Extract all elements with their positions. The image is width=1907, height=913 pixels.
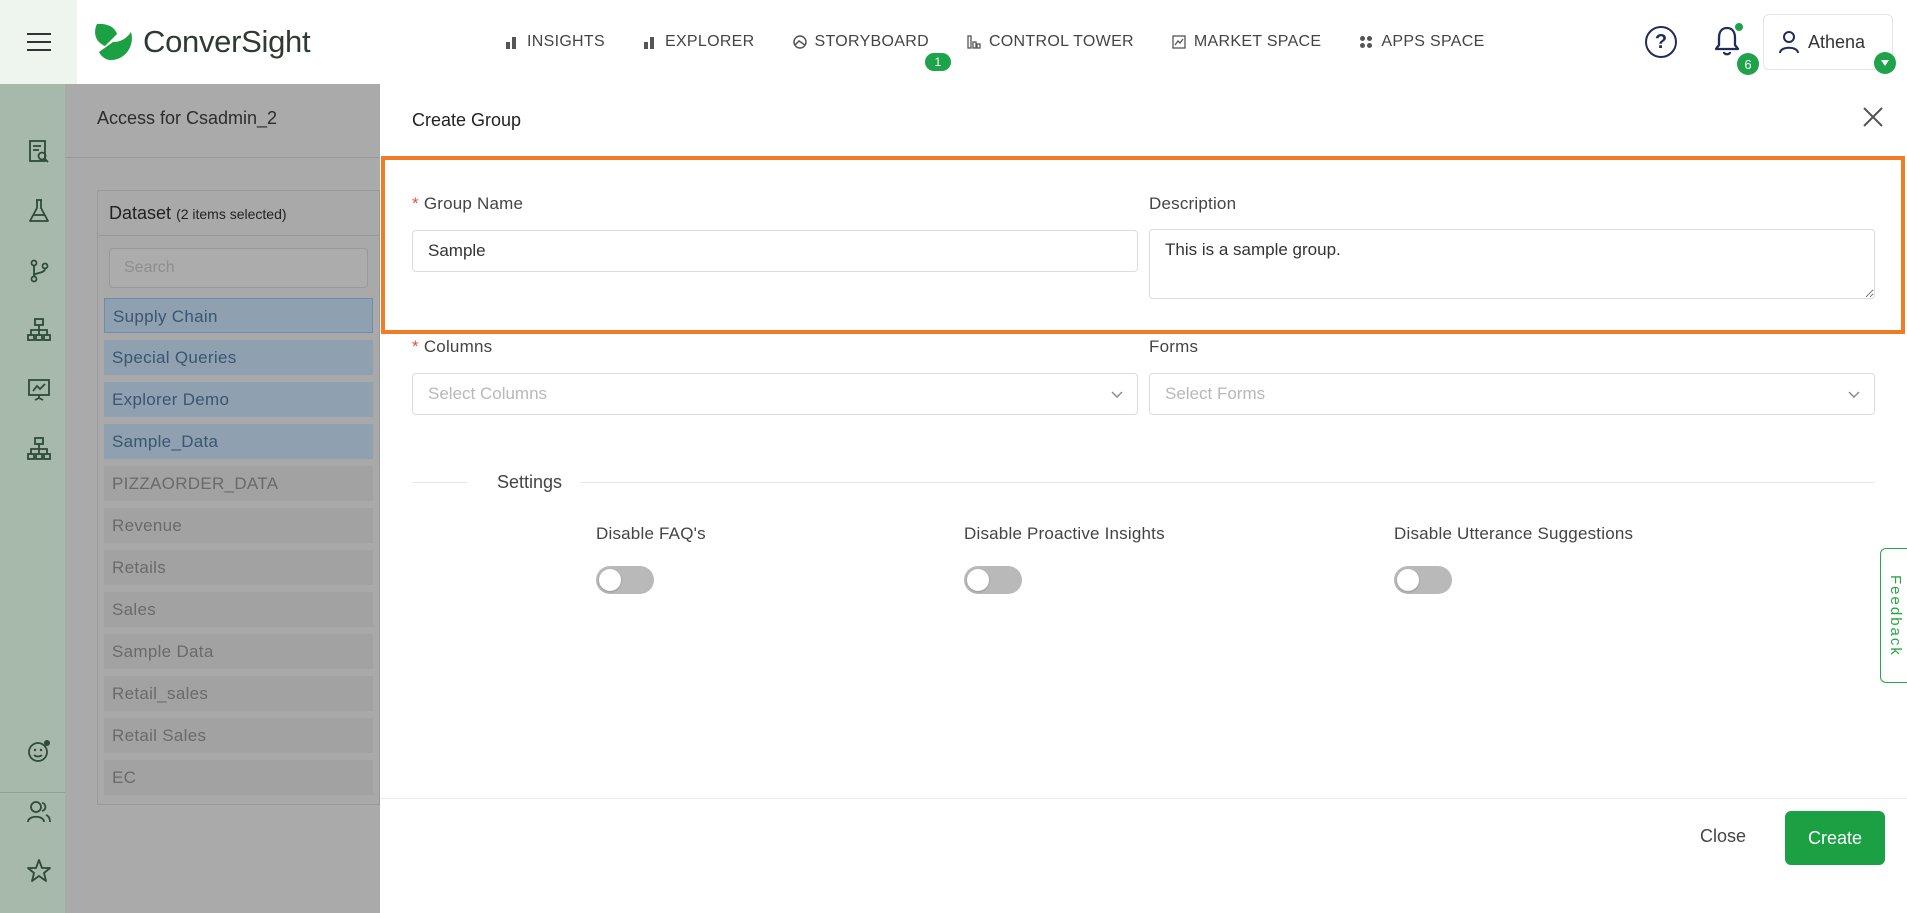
nav-apps-space[interactable]: APPS SPACE bbox=[1359, 33, 1484, 51]
disable-faqs-label: Disable FAQ's bbox=[596, 524, 706, 543]
forms-placeholder: Select Forms bbox=[1165, 384, 1266, 403]
settings-divider-left bbox=[412, 482, 467, 483]
dataset-list: Supply Chain Special Queries Explorer De… bbox=[98, 298, 379, 795]
dataset-item-special-queries[interactable]: Special Queries bbox=[104, 340, 373, 375]
org-chart-icon[interactable] bbox=[26, 436, 52, 462]
chevron-down-icon bbox=[1111, 391, 1123, 398]
group-name-label-text: Group Name bbox=[423, 194, 524, 213]
bar-chart-icon bbox=[505, 35, 519, 49]
logo-text: ConverSight bbox=[143, 24, 311, 59]
description-textarea[interactable]: This is a sample group. bbox=[1149, 229, 1875, 299]
presentation-chart-icon[interactable] bbox=[26, 377, 52, 403]
disable-proactive-insights-toggle[interactable] bbox=[964, 566, 1022, 594]
disable-utterance-suggestions-toggle[interactable] bbox=[1394, 566, 1452, 594]
nav-control-tower[interactable]: CONTROL TOWER bbox=[967, 33, 1134, 51]
create-group-dialog: Create Group *Group Name Description Thi… bbox=[380, 84, 1907, 913]
dataset-selected-note: (2 items selected) bbox=[176, 206, 287, 222]
forms-label: Forms bbox=[1149, 337, 1199, 356]
settings-title: Settings bbox=[497, 472, 563, 492]
report-search-icon[interactable] bbox=[26, 139, 52, 165]
dataset-item-retail-sales-underscore[interactable]: Retail_sales bbox=[104, 676, 373, 711]
description-label: Description bbox=[1149, 194, 1237, 213]
branch-icon[interactable] bbox=[26, 258, 52, 284]
user-name: Athena bbox=[1808, 31, 1866, 52]
group-name-input[interactable] bbox=[412, 230, 1138, 272]
disable-utterance-suggestions-label: Disable Utterance Suggestions bbox=[1394, 524, 1634, 543]
help-icon: ? bbox=[1654, 30, 1668, 53]
chevron-down-icon bbox=[1848, 391, 1860, 398]
disable-faqs-toggle[interactable] bbox=[596, 566, 654, 594]
settings-divider-right bbox=[580, 482, 1874, 483]
dataset-item-retails[interactable]: Retails bbox=[104, 550, 373, 585]
menu-toggle-button[interactable] bbox=[0, 0, 77, 84]
required-marker: * bbox=[412, 337, 419, 356]
dataset-item-pizzaorder-data[interactable]: PIZZAORDER_DATA bbox=[104, 466, 373, 501]
market-icon bbox=[1172, 35, 1186, 49]
dataset-item-retail-sales[interactable]: Retail Sales bbox=[104, 718, 373, 753]
star-icon[interactable] bbox=[26, 858, 52, 884]
close-icon[interactable] bbox=[1860, 104, 1886, 130]
apps-grid-icon bbox=[1359, 35, 1373, 49]
rail-divider bbox=[0, 792, 65, 793]
notification-dot bbox=[1735, 23, 1743, 31]
nav-market-space-label: MARKET SPACE bbox=[1193, 33, 1322, 50]
hamburger-icon bbox=[26, 33, 51, 51]
bar-chart-icon bbox=[643, 35, 657, 49]
main-nav: INSIGHTS EXPLORER STORYBOARD 1 CONTROL T… bbox=[505, 0, 1485, 84]
footer-divider bbox=[380, 798, 1907, 799]
dataset-item-ec[interactable]: EC bbox=[104, 760, 373, 795]
chevron-down-icon[interactable] bbox=[1874, 52, 1896, 74]
columns-label-text: Columns bbox=[423, 337, 493, 356]
dataset-item-sales[interactable]: Sales bbox=[104, 592, 373, 627]
divider bbox=[65, 157, 380, 158]
users-icon[interactable] bbox=[26, 798, 52, 824]
dataset-item-sample-data[interactable]: Sample Data bbox=[104, 634, 373, 669]
left-icon-rail bbox=[0, 84, 65, 913]
close-button[interactable]: Close bbox=[1700, 826, 1746, 847]
nav-insights[interactable]: INSIGHTS bbox=[505, 33, 605, 51]
notification-count-badge: 6 bbox=[1737, 53, 1759, 75]
dataset-item-revenue[interactable]: Revenue bbox=[104, 508, 373, 543]
dialog-title: Create Group bbox=[412, 110, 522, 130]
hierarchy-icon[interactable] bbox=[26, 317, 52, 343]
dataset-panel: Dataset (2 items selected) Search Supply… bbox=[97, 190, 380, 805]
dataset-header: Dataset (2 items selected) bbox=[98, 191, 379, 236]
dataset-item-explorer-demo[interactable]: Explorer Demo bbox=[104, 382, 373, 417]
nav-apps-space-label: APPS SPACE bbox=[1381, 33, 1485, 50]
forms-select[interactable]: Select Forms bbox=[1149, 373, 1875, 415]
storyboard-icon bbox=[792, 35, 807, 49]
disable-proactive-insights-label: Disable Proactive Insights bbox=[964, 524, 1165, 543]
columns-label: * Columns bbox=[412, 337, 492, 357]
flask-icon[interactable] bbox=[26, 198, 52, 224]
nav-storyboard[interactable]: STORYBOARD 1 bbox=[792, 33, 951, 71]
nav-storyboard-label: STORYBOARD bbox=[814, 33, 929, 50]
nav-insights-label: INSIGHTS bbox=[527, 33, 605, 50]
assistant-face-icon[interactable] bbox=[26, 738, 52, 764]
nav-explorer[interactable]: EXPLORER bbox=[643, 33, 755, 51]
tower-icon bbox=[967, 35, 981, 49]
top-header: ConverSight INSIGHTS EXPLORER STORYBOARD… bbox=[0, 0, 1907, 84]
feedback-label: Feedback bbox=[1887, 574, 1904, 657]
nav-control-tower-label: CONTROL TOWER bbox=[988, 33, 1134, 50]
nav-explorer-label: EXPLORER bbox=[664, 33, 755, 50]
feedback-tab[interactable]: Feedback bbox=[1880, 548, 1907, 683]
columns-select[interactable]: Select Columns bbox=[412, 373, 1138, 415]
storyboard-badge: 1 bbox=[924, 53, 951, 71]
page-title: Access for Csadmin_2 bbox=[97, 108, 278, 128]
conversight-logo-icon bbox=[91, 20, 137, 64]
user-icon bbox=[1779, 31, 1799, 54]
app-logo[interactable]: ConverSight bbox=[91, 0, 311, 84]
dataset-label: Dataset bbox=[109, 203, 172, 223]
dataset-search-input[interactable]: Search bbox=[109, 248, 368, 288]
dataset-item-supply-chain[interactable]: Supply Chain bbox=[104, 298, 373, 333]
nav-market-space[interactable]: MARKET SPACE bbox=[1172, 33, 1321, 51]
create-button[interactable]: Create bbox=[1785, 811, 1885, 865]
help-button[interactable]: ? bbox=[1645, 26, 1677, 58]
group-name-label: * Group Name bbox=[412, 194, 523, 214]
required-marker: * bbox=[412, 194, 419, 213]
columns-placeholder: Select Columns bbox=[428, 384, 548, 403]
dataset-item-sample-data-underscore[interactable]: Sample_Data bbox=[104, 424, 373, 459]
